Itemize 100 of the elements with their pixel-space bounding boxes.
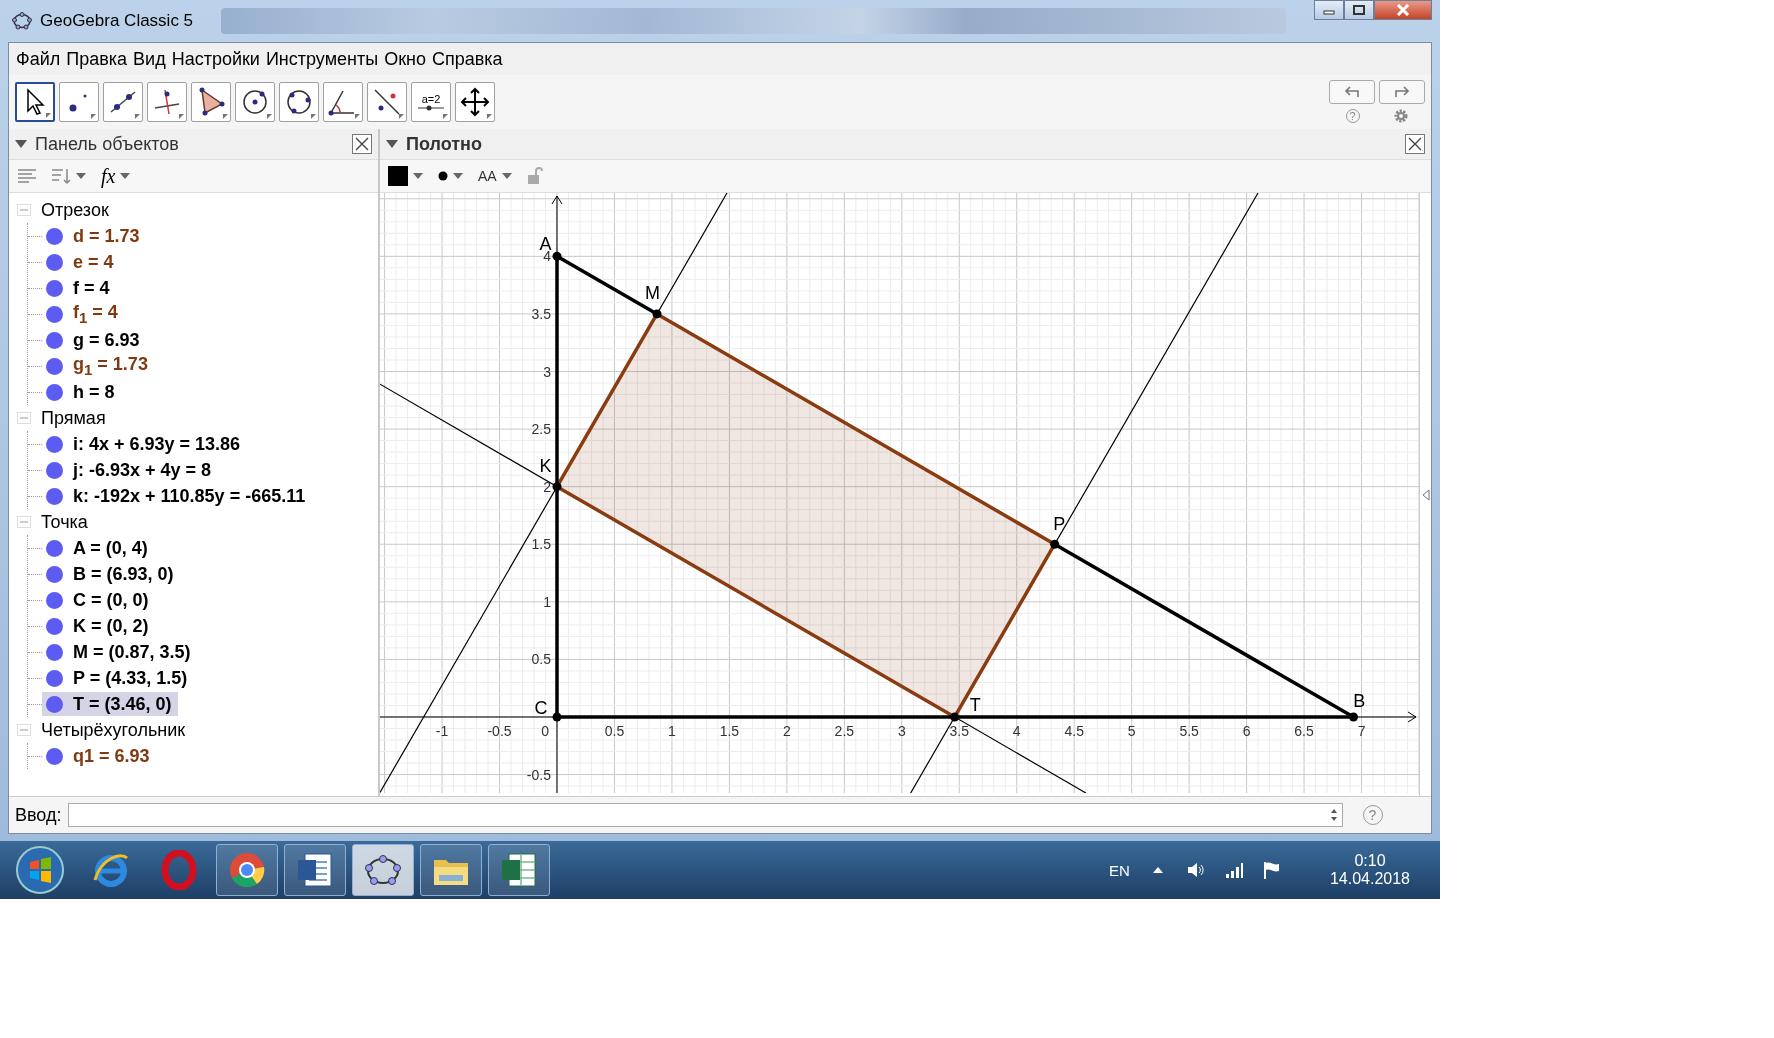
label-style-button[interactable]: AA — [476, 163, 515, 189]
visibility-toggle[interactable] — [46, 253, 63, 271]
algebra-item[interactable]: K = (0, 2) — [42, 614, 155, 638]
point-marker[interactable] — [950, 712, 960, 722]
algebra-item[interactable]: f = 4 — [42, 276, 116, 300]
visibility-toggle[interactable] — [46, 305, 63, 323]
algebra-item[interactable]: M = (0.87, 3.5) — [42, 640, 197, 664]
point-marker[interactable] — [552, 712, 562, 722]
maximize-button[interactable] — [1344, 0, 1374, 20]
caret-icon — [412, 172, 424, 180]
visibility-toggle[interactable] — [46, 565, 63, 583]
visibility-toggle[interactable] — [46, 695, 63, 713]
redo-button[interactable] — [1379, 80, 1425, 104]
point-marker[interactable] — [1050, 539, 1060, 549]
axis-tick-label: 5.5 — [1179, 723, 1199, 739]
algebra-item[interactable]: A = (0, 4) — [42, 536, 154, 560]
menu-item[interactable]: Вид — [130, 48, 169, 70]
point-marker[interactable] — [1349, 712, 1358, 722]
point-marker[interactable] — [652, 309, 662, 319]
tool-button[interactable] — [455, 82, 495, 122]
axis-tick-label: 0.5 — [531, 651, 551, 668]
algebra-item[interactable]: f$_{1}$ = 4 — [42, 302, 124, 326]
collapse-toggle[interactable] — [17, 516, 31, 528]
straight-line[interactable] — [910, 193, 1259, 793]
input-field[interactable] — [67, 803, 1343, 827]
visibility-toggle[interactable] — [46, 279, 63, 297]
collapse-triangle-icon[interactable] — [15, 140, 27, 148]
algebra-item[interactable]: d = 1.73 — [42, 224, 146, 248]
visibility-toggle[interactable] — [46, 461, 63, 479]
tool-button[interactable] — [191, 82, 231, 122]
menu-item[interactable]: Файл — [13, 48, 64, 70]
point-marker[interactable] — [552, 251, 562, 261]
clock-time[interactable]: 0:10 — [1354, 852, 1386, 870]
visibility-toggle[interactable] — [46, 591, 63, 609]
panel-close-button[interactable] — [352, 134, 372, 154]
tool-button[interactable] — [235, 82, 275, 122]
slider-icon — [417, 105, 445, 111]
algebra-item[interactable]: g$_{1}$ = 1.73 — [42, 354, 154, 378]
collapse-triangle-icon[interactable] — [386, 140, 398, 148]
algebra-item[interactable]: j: -6.93x + 4y = 8 — [42, 458, 218, 482]
algebra-item[interactable]: T = (3.46, 0) — [42, 692, 178, 716]
language-indicator[interactable]: EN — [1109, 861, 1130, 879]
collapse-toggle[interactable] — [17, 412, 31, 424]
axis-tick-label: 3.5 — [531, 305, 551, 322]
visibility-toggle[interactable] — [46, 617, 63, 635]
tool-button[interactable] — [15, 82, 55, 122]
item-text: M = (0.87, 3.5) — [73, 641, 191, 663]
menu-item[interactable]: Настройки — [168, 48, 263, 70]
clock-date[interactable]: 14.04.2018 — [1329, 870, 1410, 888]
tool-button[interactable] — [323, 82, 363, 122]
menu-item[interactable]: Окно — [381, 48, 429, 70]
tool-button[interactable] — [59, 82, 99, 122]
function-button[interactable]: fx — [99, 163, 134, 189]
undo-button[interactable] — [1329, 80, 1375, 104]
point-label: M — [644, 283, 660, 304]
taskbar-app-button[interactable] — [488, 844, 550, 896]
algebra-item[interactable]: k: -192x + 110.85y = -665.11 — [42, 484, 312, 508]
visibility-toggle[interactable] — [46, 331, 63, 349]
visibility-toggle[interactable] — [46, 227, 63, 245]
collapse-toggle[interactable] — [17, 204, 31, 216]
tool-button[interactable]: a=2 — [411, 82, 451, 122]
algebra-item[interactable]: g = 6.93 — [42, 328, 146, 352]
taskbar-app-button[interactable] — [352, 844, 414, 896]
color-button[interactable] — [386, 163, 426, 189]
tool-button[interactable] — [103, 82, 143, 122]
panel-close-button[interactable] — [1405, 134, 1425, 154]
algebra-item[interactable]: q1 = 6.93 — [42, 744, 156, 768]
visibility-toggle[interactable] — [46, 357, 63, 375]
axis-tick-label: 2 — [543, 478, 551, 495]
straight-line[interactable] — [380, 383, 1087, 793]
close-button[interactable] — [1374, 0, 1432, 20]
menu-item[interactable]: Справка — [429, 48, 506, 70]
algebra-item[interactable]: B = (6.93, 0) — [42, 562, 180, 586]
algebra-item[interactable]: P = (4.33, 1.5) — [42, 666, 194, 690]
algebra-item[interactable]: e = 4 — [42, 250, 120, 274]
close-icon — [1408, 137, 1422, 151]
visibility-toggle[interactable] — [46, 643, 63, 661]
taskbar-app-button[interactable] — [420, 844, 482, 896]
input-label: Ввод: — [15, 804, 62, 826]
algebra-item[interactable]: h = 8 — [42, 380, 121, 404]
collapse-toggle[interactable] — [17, 724, 31, 736]
menu-item[interactable]: Инструменты — [262, 48, 382, 70]
taskbar-app-button[interactable] — [284, 844, 346, 896]
unlocked-padlock-icon — [526, 167, 543, 185]
menu-item[interactable]: Правка — [63, 48, 131, 70]
algebra-item[interactable]: i: 4x + 6.93y = 13.86 — [42, 432, 247, 456]
taskbar-app-button[interactable] — [216, 844, 278, 896]
tool-button[interactable] — [147, 82, 187, 122]
caret-icon — [119, 172, 132, 180]
visibility-toggle[interactable] — [46, 747, 63, 765]
algebra-item[interactable]: C = (0, 0) — [42, 588, 155, 612]
axis-tick-label: 1.5 — [531, 536, 551, 553]
tool-button[interactable] — [279, 82, 319, 122]
point-marker[interactable] — [552, 482, 562, 492]
visibility-toggle[interactable] — [46, 487, 63, 505]
visibility-toggle[interactable] — [46, 435, 63, 453]
visibility-toggle[interactable] — [46, 539, 63, 557]
visibility-toggle[interactable] — [46, 669, 63, 687]
tool-button[interactable] — [367, 82, 407, 122]
visibility-toggle[interactable] — [46, 383, 63, 401]
